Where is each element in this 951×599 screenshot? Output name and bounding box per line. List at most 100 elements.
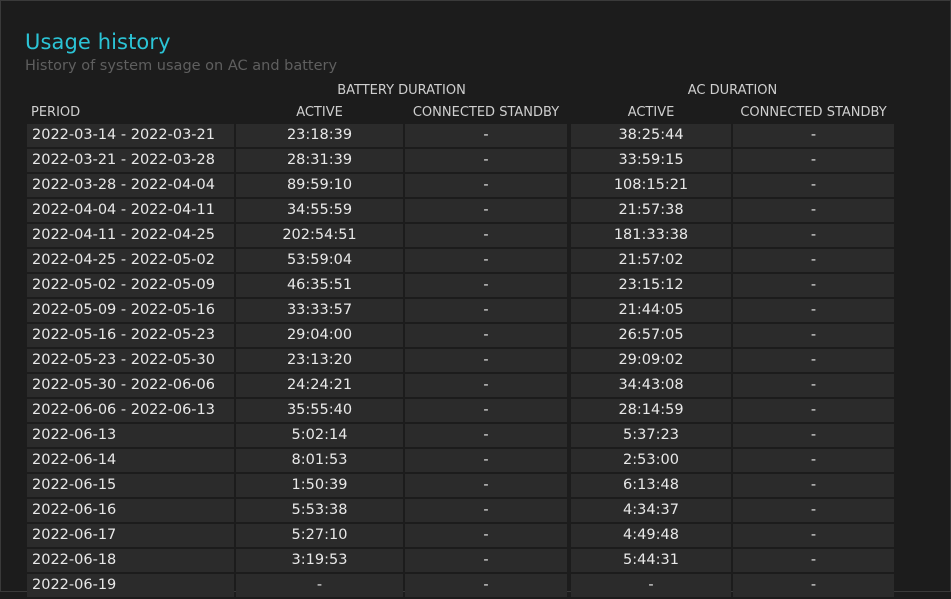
period-cell: 2022-06-06 - 2022-06-13 bbox=[27, 399, 234, 422]
battery-standby-cell: - bbox=[405, 224, 567, 247]
table-row: 2022-05-30 - 2022-06-06 24:24:21-34:43:08… bbox=[0, 374, 951, 399]
battery-active-cell: 34:55:59 bbox=[236, 199, 403, 222]
period-cell: 2022-06-18 bbox=[27, 549, 234, 572]
ac-standby-cell: - bbox=[733, 399, 894, 422]
battery-standby-cell: - bbox=[405, 199, 567, 222]
period-cell: 2022-04-11 - 2022-04-25 bbox=[27, 224, 234, 247]
battery-standby-cell: - bbox=[405, 349, 567, 372]
ac-active-cell: 6:13:48 bbox=[571, 474, 731, 497]
period-cell: 2022-04-04 - 2022-04-11 bbox=[27, 199, 234, 222]
table-row: 2022-06-06 - 2022-06-13 35:55:40-28:14:59… bbox=[0, 399, 951, 424]
period-cell: 2022-05-23 - 2022-05-30 bbox=[27, 349, 234, 372]
battery-standby-cell: - bbox=[405, 174, 567, 197]
battery-active-cell: 5:27:10 bbox=[236, 524, 403, 547]
battery-active-cell: 23:18:39 bbox=[236, 124, 403, 147]
battery-standby-cell: - bbox=[405, 324, 567, 347]
ac-active-cell: - bbox=[571, 574, 731, 597]
column-header-period: PERIOD bbox=[31, 105, 81, 120]
battery-standby-cell: - bbox=[405, 399, 567, 422]
ac-active-cell: 108:15:21 bbox=[571, 174, 731, 197]
ac-active-cell: 5:44:31 bbox=[571, 549, 731, 572]
period-cell: 2022-05-09 - 2022-05-16 bbox=[27, 299, 234, 322]
battery-standby-cell: - bbox=[405, 474, 567, 497]
table-row: 2022-06-17 5:27:10-4:49:48- bbox=[0, 524, 951, 549]
ac-standby-cell: - bbox=[733, 299, 894, 322]
period-cell: 2022-05-30 - 2022-06-06 bbox=[27, 374, 234, 397]
table-row: 2022-04-25 - 2022-05-02 53:59:04-21:57:02… bbox=[0, 249, 951, 274]
table-row: 2022-06-19- - - - bbox=[0, 574, 951, 599]
battery-active-cell: 8:01:53 bbox=[236, 449, 403, 472]
battery-standby-cell: - bbox=[405, 549, 567, 572]
table-row: 2022-04-04 - 2022-04-11 34:55:59-21:57:38… bbox=[0, 199, 951, 224]
ac-standby-cell: - bbox=[733, 174, 894, 197]
period-cell: 2022-05-02 - 2022-05-09 bbox=[27, 274, 234, 297]
battery-standby-cell: - bbox=[405, 449, 567, 472]
battery-active-cell: 3:19:53 bbox=[236, 549, 403, 572]
column-header-ac-connected-standby: CONNECTED STANDBY bbox=[740, 105, 887, 120]
battery-active-cell: 24:24:21 bbox=[236, 374, 403, 397]
period-cell: 2022-04-25 - 2022-05-02 bbox=[27, 249, 234, 272]
ac-standby-cell: - bbox=[733, 524, 894, 547]
period-cell: 2022-06-13 bbox=[27, 424, 234, 447]
battery-active-cell: 35:55:40 bbox=[236, 399, 403, 422]
ac-standby-cell: - bbox=[733, 249, 894, 272]
table-row: 2022-03-14 - 2022-03-21 23:18:39-38:25:44… bbox=[0, 124, 951, 149]
ac-standby-cell: - bbox=[733, 499, 894, 522]
battery-active-cell: 23:13:20 bbox=[236, 349, 403, 372]
battery-standby-cell: - bbox=[405, 524, 567, 547]
period-cell: 2022-03-14 - 2022-03-21 bbox=[27, 124, 234, 147]
table-row: 2022-05-02 - 2022-05-09 46:35:51-23:15:12… bbox=[0, 274, 951, 299]
battery-standby-cell: - bbox=[405, 499, 567, 522]
section-title: Usage history bbox=[25, 30, 171, 54]
period-cell: 2022-06-15 bbox=[27, 474, 234, 497]
column-header-battery-connected-standby: CONNECTED STANDBY bbox=[412, 105, 560, 120]
battery-active-cell: 33:33:57 bbox=[236, 299, 403, 322]
battery-active-cell: - bbox=[236, 574, 403, 597]
column-header-ac-active: ACTIVE bbox=[627, 105, 675, 120]
ac-active-cell: 34:43:08 bbox=[571, 374, 731, 397]
battery-active-cell: 28:31:39 bbox=[236, 149, 403, 172]
battery-active-cell: 53:59:04 bbox=[236, 249, 403, 272]
table-row: 2022-06-14 8:01:53-2:53:00- bbox=[0, 449, 951, 474]
battery-standby-cell: - bbox=[405, 149, 567, 172]
battery-active-cell: 46:35:51 bbox=[236, 274, 403, 297]
section-subtitle: History of system usage on AC and batter… bbox=[25, 58, 338, 74]
ac-active-cell: 21:44:05 bbox=[571, 299, 731, 322]
period-cell: 2022-03-28 - 2022-04-04 bbox=[27, 174, 234, 197]
ac-standby-cell: - bbox=[733, 199, 894, 222]
group-header-ac: AC DURATION bbox=[687, 83, 778, 98]
period-cell: 2022-06-19 bbox=[27, 574, 234, 597]
table-row: 2022-05-23 - 2022-05-30 23:13:20-29:09:02… bbox=[0, 349, 951, 374]
period-cell: 2022-06-14 bbox=[27, 449, 234, 472]
table-row: 2022-06-18 3:19:53-5:44:31- bbox=[0, 549, 951, 574]
table-row: 2022-03-28 - 2022-04-04 89:59:10-108:15:2… bbox=[0, 174, 951, 199]
battery-standby-cell: - bbox=[405, 249, 567, 272]
battery-active-cell: 5:02:14 bbox=[236, 424, 403, 447]
battery-standby-cell: - bbox=[405, 124, 567, 147]
ac-standby-cell: - bbox=[733, 574, 894, 597]
ac-standby-cell: - bbox=[733, 149, 894, 172]
ac-active-cell: 28:14:59 bbox=[571, 399, 731, 422]
ac-standby-cell: - bbox=[733, 549, 894, 572]
table-row: 2022-06-15 1:50:39-6:13:48- bbox=[0, 474, 951, 499]
group-header-battery: BATTERY DURATION bbox=[337, 83, 466, 98]
battery-standby-cell: - bbox=[405, 274, 567, 297]
ac-active-cell: 23:15:12 bbox=[571, 274, 731, 297]
table-row: 2022-05-09 - 2022-05-16 33:33:57 -21:44:05… bbox=[0, 299, 951, 324]
ac-standby-cell: - bbox=[733, 424, 894, 447]
ac-active-cell: 4:34:37 bbox=[571, 499, 731, 522]
ac-active-cell: 5:37:23 bbox=[571, 424, 731, 447]
table-row: 2022-03-21 - 2022-03-28 28:31:39-33:59:15… bbox=[0, 149, 951, 174]
table-row: 2022-06-16 5:53:38-4:34:37- bbox=[0, 499, 951, 524]
period-cell: 2022-06-16 bbox=[27, 499, 234, 522]
ac-standby-cell: - bbox=[733, 474, 894, 497]
battery-active-cell: 29:04:00 bbox=[236, 324, 403, 347]
ac-standby-cell: - bbox=[733, 324, 894, 347]
battery-active-cell: 5:53:38 bbox=[236, 499, 403, 522]
battery-active-cell: 202:54:51 bbox=[236, 224, 403, 247]
ac-active-cell: 29:09:02 bbox=[571, 349, 731, 372]
ac-standby-cell: - bbox=[733, 449, 894, 472]
battery-standby-cell: - bbox=[405, 374, 567, 397]
ac-active-cell: 21:57:38 bbox=[571, 199, 731, 222]
period-cell: 2022-05-16 - 2022-05-23 bbox=[27, 324, 234, 347]
